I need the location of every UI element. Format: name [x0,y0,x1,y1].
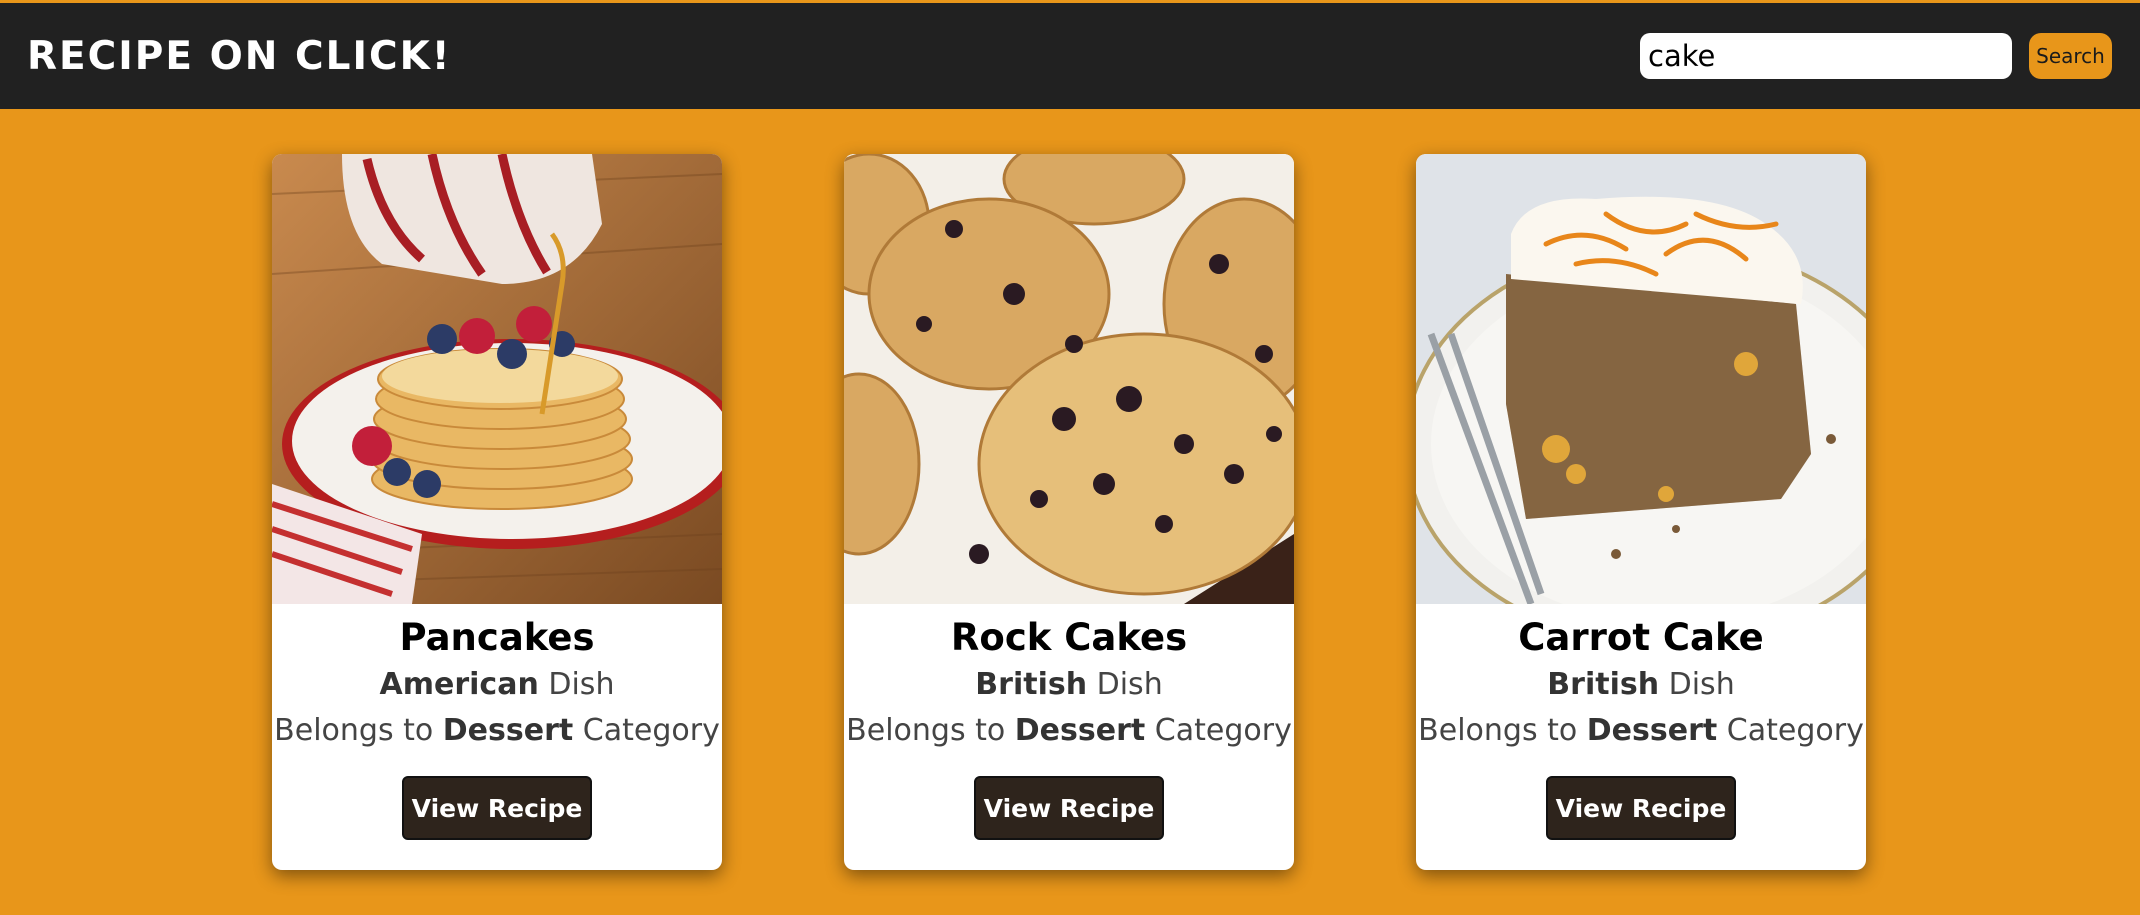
recipe-card: Rock Cakes British Dish Belongs to Desse… [844,154,1294,870]
recipe-category: Belongs to Dessert Category [272,708,722,754]
recipe-area: British Dish [1416,662,1866,708]
recipe-title: Carrot Cake [1518,616,1764,659]
view-recipe-button[interactable]: View Recipe [402,776,592,840]
category-name: Dessert [442,713,574,748]
category-suffix: Category [582,713,720,748]
recipe-category: Belongs to Dessert Category [844,708,1294,754]
category-prefix: Belongs to [846,713,1006,748]
dish-label: Dish [548,667,615,702]
category-name: Dessert [1014,713,1146,748]
recipe-area: British Dish [844,662,1294,708]
category-suffix: Category [1726,713,1864,748]
recipe-image-rock-cakes [844,154,1294,604]
recipe-image-pancakes [272,154,722,604]
recipe-title: Pancakes [399,616,595,659]
area-name: American [379,667,539,702]
category-suffix: Category [1154,713,1292,748]
recipe-area: American Dish [272,662,722,708]
view-recipe-button[interactable]: View Recipe [1546,776,1736,840]
dish-label: Dish [1668,667,1735,702]
category-prefix: Belongs to [274,713,434,748]
recipe-image-carrot-cake [1416,154,1866,604]
top-navbar: RECIPE ON CLICK! Search [0,3,2140,109]
recipe-card: Carrot Cake British Dish Belongs to Dess… [1416,154,1866,870]
search-form: Search [1640,33,2112,79]
view-recipe-button[interactable]: View Recipe [974,776,1164,840]
category-prefix: Belongs to [1418,713,1578,748]
search-input[interactable] [1640,33,2012,79]
category-name: Dessert [1586,713,1718,748]
area-name: British [1547,667,1660,702]
recipe-category: Belongs to Dessert Category [1416,708,1866,754]
area-name: British [975,667,1088,702]
dish-label: Dish [1096,667,1163,702]
search-button[interactable]: Search [2029,33,2112,79]
recipe-title: Rock Cakes [950,616,1188,659]
brand-title[interactable]: RECIPE ON CLICK! [27,34,452,79]
recipe-card: Pancakes American Dish Belongs to Desser… [272,154,722,870]
